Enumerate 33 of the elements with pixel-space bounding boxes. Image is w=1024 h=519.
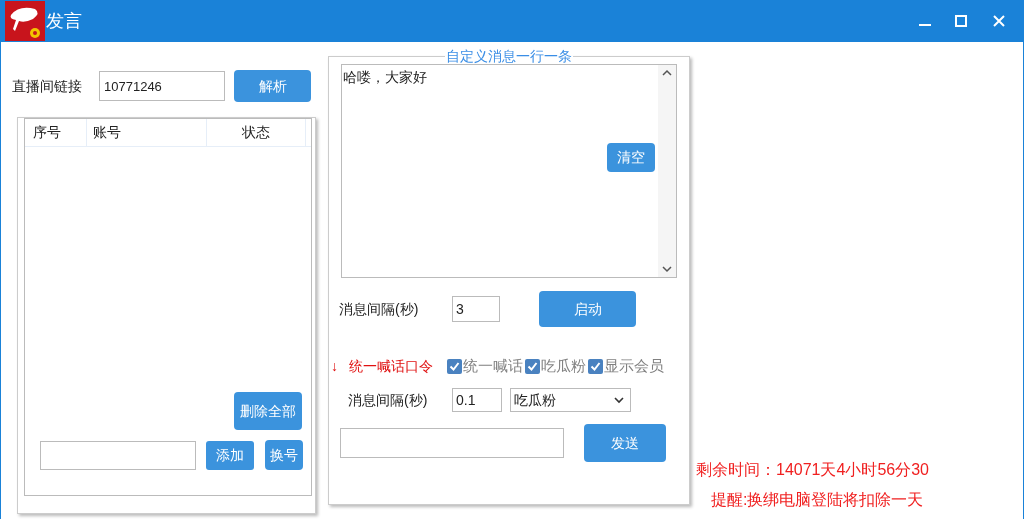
fan-type-dropdown[interactable]: 吃瓜粉 — [510, 388, 631, 412]
message-textarea[interactable]: 哈喽，大家好 清空 — [341, 64, 677, 278]
checkbox[interactable] — [588, 358, 603, 374]
live-link-label: 直播间链接 — [12, 76, 83, 96]
shout-label: 统一喊话口令 — [349, 356, 434, 376]
window-title: 发言 — [46, 9, 82, 33]
checkbox-label: 吃瓜粉 — [541, 355, 586, 376]
column-header[interactable]: 账号 — [87, 119, 207, 146]
interval-field[interactable]: 3 — [452, 296, 500, 322]
column-header[interactable]: 序号 — [25, 119, 87, 146]
scroll-up-icon[interactable] — [662, 69, 672, 77]
account-input-field[interactable] — [40, 440, 196, 470]
scrollbar[interactable] — [658, 65, 676, 277]
message-text: 哈喽，大家好 — [343, 68, 427, 87]
interval-field[interactable]: 0.1 — [452, 388, 502, 412]
interval-label: 消息间隔(秒) — [348, 390, 429, 410]
checkbox-label: 统一喊话 — [463, 355, 523, 376]
checkbox[interactable] — [447, 358, 462, 374]
interval-label: 消息间隔(秒) — [339, 299, 420, 319]
live-link-field[interactable]: 10771246 — [99, 71, 225, 101]
maximize-icon[interactable] — [955, 15, 967, 27]
caret-icon — [614, 396, 624, 404]
panel-title: 自定义消息一行一条 — [445, 49, 573, 63]
column-header[interactable]: 状态 — [207, 119, 306, 146]
reminder-text: 提醒:换绑电脑登陆将扣除一天 — [710, 490, 925, 510]
scroll-down-icon[interactable] — [662, 265, 672, 273]
close-icon[interactable] — [993, 15, 1005, 27]
app-logo-icon — [5, 1, 45, 41]
down-arrow: ↓ — [331, 356, 339, 376]
checkbox[interactable] — [525, 358, 540, 374]
remaining-time-text: 剩余时间：14071天4小时56分30 — [696, 460, 930, 480]
shout-message-field[interactable] — [340, 428, 564, 458]
checkbox-label: 显示会员 — [604, 355, 664, 376]
